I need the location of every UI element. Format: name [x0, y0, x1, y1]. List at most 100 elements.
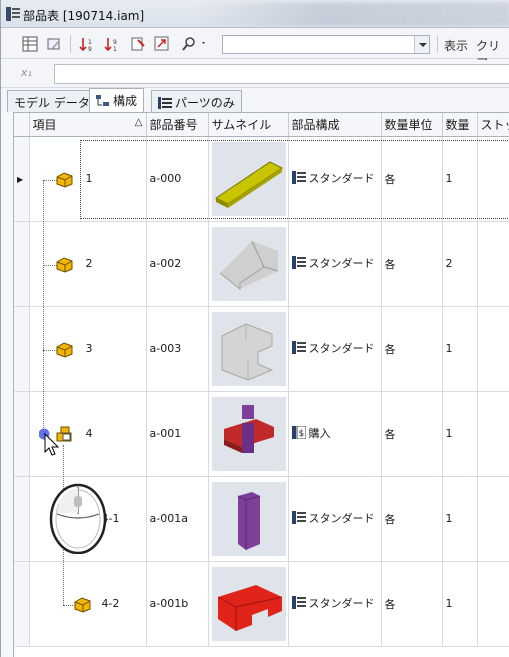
cell-stock[interactable] — [477, 221, 509, 307]
find-dropdown-button[interactable] — [177, 34, 211, 54]
item-number: 1 — [85, 171, 93, 185]
cell-quantity[interactable]: 1 — [442, 136, 478, 222]
cell-unit[interactable]: 各 — [381, 306, 443, 392]
bom-structure-value: スタンダード — [308, 342, 375, 355]
bom-grid: 項目 △ 部品番号 サムネイル 部品構成 数量単位 数量 ストック ▶ 1 a-000… — [13, 112, 509, 657]
cell-quantity[interactable]: 1 — [442, 561, 478, 647]
export-icon — [154, 36, 169, 51]
bom-app-icon — [6, 7, 20, 21]
toolbar: 19 91 表示 クリア — [1, 29, 509, 70]
cell-quantity[interactable]: 1 — [442, 476, 478, 562]
cell-part-number[interactable]: a-002 — [146, 221, 209, 307]
cell-quantity[interactable]: 1 — [442, 391, 478, 477]
cell-bom-structure[interactable]: スタンダード — [288, 306, 382, 392]
cell-part-number[interactable]: a-001a — [146, 476, 209, 562]
view-combobox[interactable] — [222, 35, 430, 54]
cell-bom-structure[interactable]: $ 購入 — [288, 391, 382, 477]
part-thumbnail — [211, 226, 286, 301]
cell-thumbnail — [208, 476, 289, 562]
row-selector[interactable] — [14, 221, 30, 307]
table-row[interactable]: 4 a-001 $ 購入 各 1 — [14, 391, 509, 477]
part-thumbnail — [211, 566, 286, 641]
bom-structure-value: スタンダード — [308, 512, 375, 525]
item-number: 4 — [85, 426, 93, 440]
column-header-item[interactable]: 項目 △ — [29, 113, 147, 137]
cell-unit[interactable]: 各 — [381, 476, 443, 562]
cell-bom-structure[interactable]: スタンダード — [288, 561, 382, 647]
edit-button[interactable] — [44, 34, 64, 54]
cell-stock[interactable] — [477, 561, 509, 647]
table-row[interactable]: 4-2 a-001b スタンダード各 1 — [14, 561, 509, 647]
standard-icon — [291, 596, 306, 612]
export-button[interactable] — [152, 34, 172, 54]
cell-unit[interactable]: 各 — [381, 561, 443, 647]
tab-model-data[interactable]: モデル データ — [7, 90, 97, 112]
column-header-unit[interactable]: 数量単位 — [381, 113, 443, 137]
list-icon — [158, 97, 172, 109]
row-selector[interactable]: ▶ — [14, 136, 30, 222]
bom-structure-value: 購入 — [308, 427, 331, 440]
row-selector[interactable] — [14, 391, 30, 477]
cell-part-number[interactable]: a-003 — [146, 306, 209, 392]
cell-stock[interactable] — [477, 136, 509, 222]
expression-icon[interactable]: x₁ — [21, 66, 32, 79]
standard-icon — [291, 256, 306, 272]
renumber-button[interactable] — [128, 34, 148, 54]
row-selector[interactable] — [14, 561, 30, 647]
tab-model-data-label: モデル データ — [14, 96, 90, 110]
cell-item[interactable]: 1 — [29, 136, 147, 222]
tree-connector — [43, 180, 57, 181]
bom-window: 部品表 [190714.iam] 19 91 表示 クリ x₁ モデル データ … — [0, 0, 509, 657]
column-header-thumbnail[interactable]: サムネイル — [208, 113, 289, 137]
column-header-stock[interactable]: ストック — [477, 113, 509, 137]
svg-text:1: 1 — [113, 46, 117, 52]
structure-icon — [96, 95, 109, 106]
cell-unit[interactable]: 各 — [381, 221, 443, 307]
item-number: 3 — [85, 341, 93, 355]
cell-quantity[interactable]: 2 — [442, 221, 478, 307]
cell-part-number[interactable]: a-000 — [146, 136, 209, 222]
sort-descending-button[interactable]: 91 — [103, 34, 123, 54]
row-selector[interactable] — [14, 306, 30, 392]
sort-ascending-button[interactable]: 19 — [78, 34, 98, 54]
cell-unit[interactable]: 各 — [381, 391, 443, 477]
cell-thumbnail — [208, 306, 289, 392]
cell-stock[interactable] — [477, 306, 509, 392]
cell-bom-structure[interactable]: スタンダード — [288, 476, 382, 562]
sort-ascending-icon: 19 — [79, 38, 92, 52]
chevron-down-icon[interactable] — [414, 36, 429, 53]
display-button[interactable]: 表示 — [444, 37, 468, 54]
part-thumbnail — [211, 396, 286, 471]
cell-bom-structure[interactable]: スタンダード — [288, 136, 382, 222]
window-title: 部品表 [190714.iam] — [23, 9, 145, 23]
tab-parts-only[interactable]: パーツのみ — [151, 90, 242, 112]
tab-bar: モデル データ 構成 パーツのみ — [1, 88, 509, 112]
tab-structure[interactable]: 構成 — [89, 88, 145, 112]
cell-part-number[interactable]: a-001 — [146, 391, 209, 477]
bom-view-button[interactable] — [20, 34, 40, 54]
cell-thumbnail — [208, 561, 289, 647]
table-row[interactable]: ▶ 1 a-000 スタンダード各 1 — [14, 136, 509, 222]
row-selector[interactable] — [14, 476, 30, 562]
table-row[interactable]: 2 a-002 スタンダード各 2 — [14, 221, 509, 307]
expression-bar: x₁ — [1, 60, 509, 88]
cell-stock[interactable] — [477, 391, 509, 477]
cell-quantity[interactable]: 1 — [442, 306, 478, 392]
cell-bom-structure[interactable]: スタンダード — [288, 221, 382, 307]
cell-part-number[interactable]: a-001b — [146, 561, 209, 647]
grid-icon — [22, 36, 38, 52]
svg-text:$: $ — [298, 429, 304, 439]
cell-stock[interactable] — [477, 476, 509, 562]
item-number: 2 — [85, 256, 93, 270]
cell-unit[interactable]: 各 — [381, 136, 443, 222]
cell-item[interactable]: 3 — [29, 306, 147, 392]
cell-item[interactable]: 2 — [29, 221, 147, 307]
expression-input[interactable] — [54, 64, 509, 84]
column-header-bom-structure[interactable]: 部品構成 — [288, 113, 382, 137]
column-header-quantity[interactable]: 数量 — [442, 113, 478, 137]
table-row[interactable]: 3 a-003 スタンダード各 1 — [14, 306, 509, 392]
sort-triangle-icon: △ — [134, 116, 143, 128]
mouse-click-icon — [49, 483, 107, 554]
column-header-part-number[interactable]: 部品番号 — [146, 113, 209, 137]
cell-item[interactable]: 4-2 — [29, 561, 147, 647]
